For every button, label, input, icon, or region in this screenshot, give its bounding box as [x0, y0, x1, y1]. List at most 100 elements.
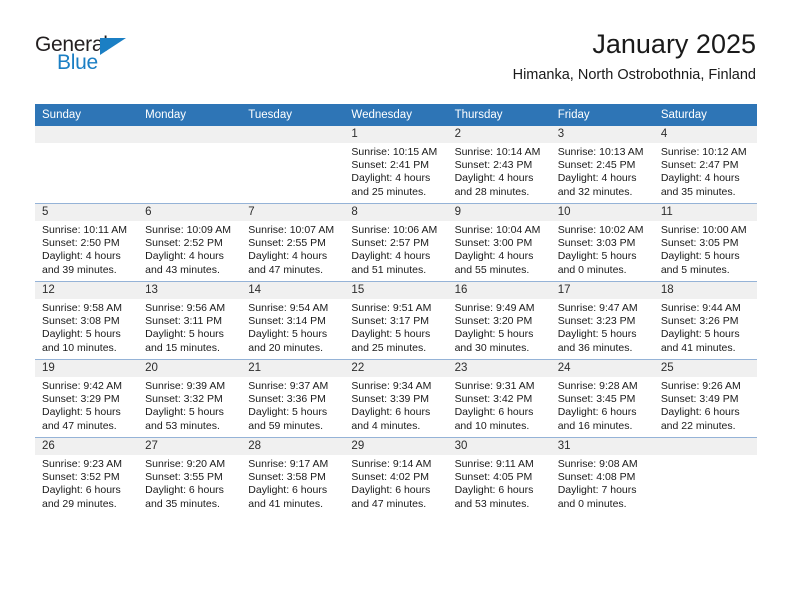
calendar-day-cell[interactable]: 31 Sunrise: 9:08 AM Sunset: 4:08 PM Dayligh…: [550, 437, 654, 515]
day-details: Sunrise: 9:11 AM Sunset: 4:05 PM Daylight:…: [448, 455, 551, 511]
daylight-text-line1: Daylight: 4 hours: [351, 250, 431, 263]
sunrise-text: Sunrise: 10:02 AM: [557, 224, 644, 236]
day-number: 10: [550, 204, 654, 221]
day-number: 18: [653, 282, 757, 299]
day-number: 2: [447, 126, 551, 143]
day-details: Sunrise: 9:42 AM Sunset: 3:29 PM Daylight:…: [35, 377, 138, 433]
sunset-text: Sunset: 3:05 PM: [660, 237, 739, 250]
sunrise-text: Sunrise: 9:31 AM: [454, 380, 535, 392]
calendar-day-cell[interactable]: 29 Sunrise: 9:14 AM Sunset: 4:02 PM Dayligh…: [344, 437, 448, 515]
calendar-day-cell[interactable]: 14 Sunrise: 9:54 AM Sunset: 3:14 PM Dayligh…: [241, 281, 345, 360]
day-number: 19: [35, 360, 139, 377]
sunset-text: Sunset: 3:03 PM: [557, 237, 636, 250]
calendar-week-row: 5 Sunrise: 10:11 AM Sunset: 2:50 PM Dayligh…: [35, 203, 757, 282]
calendar-day-cell[interactable]: 26 Sunrise: 9:23 AM Sunset: 3:52 PM Dayligh…: [35, 437, 139, 515]
daylight-text-line2: and 47 minutes.: [248, 263, 323, 276]
sunset-text: Sunset: 3:23 PM: [557, 315, 636, 328]
weekday-header-friday: Friday: [550, 104, 654, 126]
daylight-text-line1: Daylight: 6 hours: [42, 484, 121, 497]
day-details: Sunrise: 10:14 AM Sunset: 2:43 PM Daylight…: [448, 143, 551, 199]
calendar-day-cell[interactable]: 30 Sunrise: 9:11 AM Sunset: 4:05 PM Dayligh…: [447, 437, 551, 515]
calendar-day-cell[interactable]: 6 Sunrise: 10:09 AM Sunset: 2:52 PM Dayligh…: [138, 203, 242, 282]
calendar-day-cell[interactable]: 8 Sunrise: 10:06 AM Sunset: 2:57 PM Dayligh…: [344, 203, 448, 282]
day-details: Sunrise: 10:00 AM Sunset: 3:05 PM Daylight…: [654, 221, 757, 277]
calendar-day-cell[interactable]: 2 Sunrise: 10:14 AM Sunset: 2:43 PM Dayligh…: [447, 126, 551, 204]
weekday-header-monday: Monday: [138, 104, 242, 126]
daylight-text-line1: Daylight: 4 hours: [454, 250, 534, 263]
calendar-day-cell[interactable]: 3 Sunrise: 10:13 AM Sunset: 2:45 PM Dayligh…: [550, 126, 654, 204]
day-number: 29: [344, 438, 448, 455]
sunrise-text: Sunrise: 10:07 AM: [248, 224, 335, 236]
daylight-text-line1: Daylight: 6 hours: [351, 406, 431, 419]
sunset-text: Sunset: 3:08 PM: [42, 315, 120, 328]
calendar-day-cell[interactable]: 20 Sunrise: 9:39 AM Sunset: 3:32 PM Dayligh…: [138, 359, 242, 438]
sunrise-text: Sunrise: 9:28 AM: [557, 380, 638, 392]
day-number: [241, 126, 345, 143]
day-details: Sunrise: 9:39 AM Sunset: 3:32 PM Daylight:…: [138, 377, 241, 433]
sunrise-text: Sunrise: 10:13 AM: [557, 146, 644, 158]
day-number: 28: [241, 438, 345, 455]
sunset-text: Sunset: 3:20 PM: [454, 315, 533, 328]
sunset-text: Sunset: 2:52 PM: [145, 237, 223, 250]
day-details: Sunrise: 10:15 AM Sunset: 2:41 PM Daylight…: [344, 143, 447, 199]
calendar-page: General Blue January 2025 Himanka, North…: [0, 0, 792, 612]
day-number: 24: [550, 360, 654, 377]
daylight-text-line1: Daylight: 4 hours: [145, 250, 224, 263]
daylight-text-line2: and 39 minutes.: [42, 263, 117, 276]
calendar-day-cell[interactable]: 12 Sunrise: 9:58 AM Sunset: 3:08 PM Dayligh…: [35, 281, 139, 360]
sunrise-text: Sunrise: 9:58 AM: [42, 302, 122, 314]
day-number: 7: [241, 204, 345, 221]
calendar-day-cell[interactable]: 18 Sunrise: 9:44 AM Sunset: 3:26 PM Dayligh…: [653, 281, 757, 360]
daylight-text-line1: Daylight: 5 hours: [42, 406, 121, 419]
calendar-day-cell[interactable]: 1 Sunrise: 10:15 AM Sunset: 2:41 PM Dayligh…: [344, 126, 448, 204]
daylight-text-line1: Daylight: 7 hours: [557, 484, 637, 497]
sunrise-text: Sunrise: 10:09 AM: [145, 224, 231, 236]
day-details: Sunrise: 10:12 AM Sunset: 2:47 PM Daylight…: [654, 143, 757, 199]
daylight-text-line2: and 29 minutes.: [42, 497, 117, 510]
sunset-text: Sunset: 2:41 PM: [351, 159, 430, 172]
daylight-text-line1: Daylight: 4 hours: [351, 172, 431, 185]
daylight-text-line2: and 10 minutes.: [42, 341, 117, 354]
calendar-day-cell[interactable]: 19 Sunrise: 9:42 AM Sunset: 3:29 PM Dayligh…: [35, 359, 139, 438]
calendar-day-cell[interactable]: 27 Sunrise: 9:20 AM Sunset: 3:55 PM Dayligh…: [138, 437, 242, 515]
day-number: 25: [653, 360, 757, 377]
calendar-day-cell-empty: [653, 437, 757, 515]
page-header: General Blue January 2025 Himanka, North…: [0, 0, 792, 98]
day-number: 15: [344, 282, 448, 299]
calendar-day-cell[interactable]: 16 Sunrise: 9:49 AM Sunset: 3:20 PM Dayligh…: [447, 281, 551, 360]
calendar-day-cell[interactable]: 5 Sunrise: 10:11 AM Sunset: 2:50 PM Dayligh…: [35, 203, 139, 282]
calendar-day-cell[interactable]: 25 Sunrise: 9:26 AM Sunset: 3:49 PM Dayligh…: [653, 359, 757, 438]
sunrise-text: Sunrise: 10:12 AM: [660, 146, 747, 158]
sunset-text: Sunset: 2:57 PM: [351, 237, 430, 250]
sunset-text: Sunset: 3:00 PM: [454, 237, 533, 250]
day-number: 13: [138, 282, 242, 299]
calendar-day-cell[interactable]: 21 Sunrise: 9:37 AM Sunset: 3:36 PM Dayligh…: [241, 359, 345, 438]
day-number: 12: [35, 282, 139, 299]
daylight-text-line2: and 20 minutes.: [248, 341, 323, 354]
day-details: Sunrise: 9:56 AM Sunset: 3:11 PM Daylight:…: [138, 299, 241, 355]
calendar-day-cell[interactable]: 17 Sunrise: 9:47 AM Sunset: 3:23 PM Dayligh…: [550, 281, 654, 360]
daylight-text-line2: and 55 minutes.: [454, 263, 530, 276]
calendar-day-cell[interactable]: 23 Sunrise: 9:31 AM Sunset: 3:42 PM Dayligh…: [447, 359, 551, 438]
calendar-day-cell[interactable]: 15 Sunrise: 9:51 AM Sunset: 3:17 PM Dayligh…: [344, 281, 448, 360]
day-details: Sunrise: 9:49 AM Sunset: 3:20 PM Daylight:…: [448, 299, 551, 355]
weekday-header-thursday: Thursday: [447, 104, 551, 126]
day-number: 3: [550, 126, 654, 143]
calendar-day-cell[interactable]: 22 Sunrise: 9:34 AM Sunset: 3:39 PM Dayligh…: [344, 359, 448, 438]
calendar-day-cell[interactable]: 13 Sunrise: 9:56 AM Sunset: 3:11 PM Dayligh…: [138, 281, 242, 360]
calendar-day-cell[interactable]: 11 Sunrise: 10:00 AM Sunset: 3:05 PM Daylig…: [653, 203, 757, 282]
sunrise-text: Sunrise: 9:37 AM: [248, 380, 329, 392]
calendar-day-cell[interactable]: 10 Sunrise: 10:02 AM Sunset: 3:03 PM Daylig…: [550, 203, 654, 282]
calendar-day-cell[interactable]: 24 Sunrise: 9:28 AM Sunset: 3:45 PM Dayligh…: [550, 359, 654, 438]
calendar-day-cell[interactable]: 4 Sunrise: 10:12 AM Sunset: 2:47 PM Dayligh…: [653, 126, 757, 204]
calendar-day-cell[interactable]: 28 Sunrise: 9:17 AM Sunset: 3:58 PM Dayligh…: [241, 437, 345, 515]
sunrise-text: Sunrise: 9:14 AM: [351, 458, 432, 470]
daylight-text-line2: and 16 minutes.: [557, 419, 633, 432]
calendar-day-cell[interactable]: 7 Sunrise: 10:07 AM Sunset: 2:55 PM Dayligh…: [241, 203, 345, 282]
sunset-text: Sunset: 2:50 PM: [42, 237, 120, 250]
day-number: 23: [447, 360, 551, 377]
daylight-text-line1: Daylight: 6 hours: [248, 484, 328, 497]
calendar-header-row: Sunday Monday Tuesday Wednesday Thursday…: [35, 104, 757, 126]
calendar-day-cell[interactable]: 9 Sunrise: 10:04 AM Sunset: 3:00 PM Dayligh…: [447, 203, 551, 282]
daylight-text-line2: and 28 minutes.: [454, 185, 530, 198]
